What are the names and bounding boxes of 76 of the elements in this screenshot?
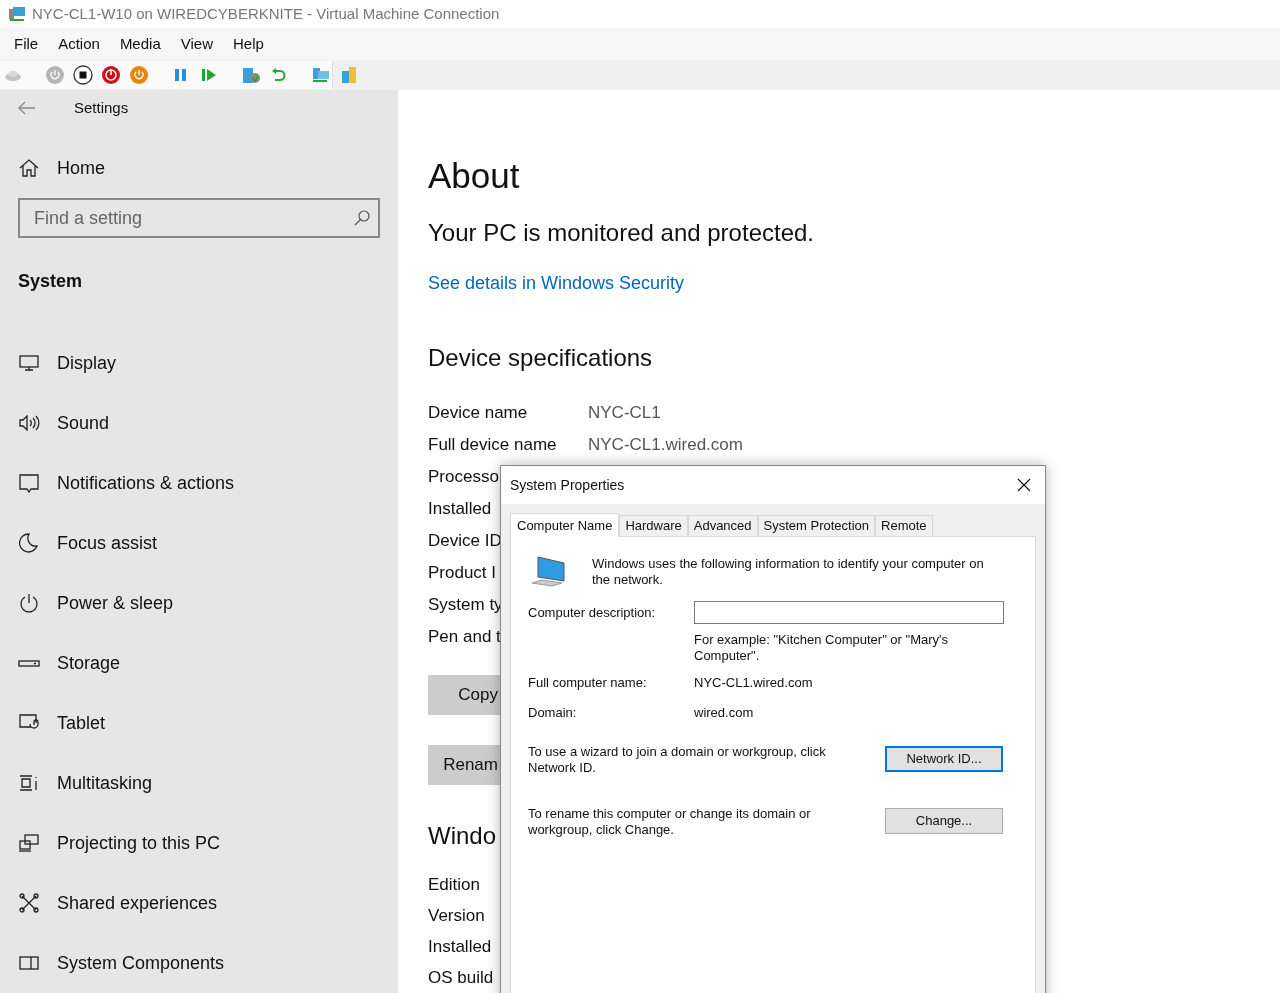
spec-value: NYC-CL1 [588,402,661,425]
computer-icon[interactable] [311,65,331,85]
section-heading: Device specifications [428,343,654,373]
field-value: NYC-CL1.wired.com [694,674,813,693]
action-button[interactable]: Copy [428,675,500,715]
dialog-title: System Properties [510,475,625,495]
section-heading: System [17,270,84,293]
search-icon[interactable] [354,210,370,226]
spec-label: Product I [428,563,497,583]
sidebar-item[interactable]: Focus assist [0,513,398,573]
dialog-button[interactable]: Change... [885,808,1003,834]
dialog-tab[interactable]: Advanced [687,515,758,536]
hint-text: For example: "Kitchen Computer" or "Mary's Computer". [694,632,950,664]
menu-item[interactable]: View [170,32,223,56]
dialog-tab[interactable]: Hardware [619,515,688,536]
computer-icon [8,6,26,22]
sidebar-item[interactable]: Projecting to this PC [0,813,398,873]
dialog-tab[interactable]: System Protection [757,515,876,536]
page-title: About [428,156,521,196]
power-icon [18,592,40,614]
spec-label: Pen and t [428,627,501,647]
dialog-tab[interactable]: Remote [875,515,933,536]
speaker-icon [18,412,40,434]
spec-label: Version [428,904,485,927]
power-icon[interactable] [101,65,121,85]
window-title: NYC-CL1-W10 on WIREDCYBERKNITE - Virtual Machine Connection [32,3,500,24]
power-icon[interactable] [129,65,149,85]
description-field[interactable] [694,601,1004,624]
spec-label: OS build [428,966,494,989]
spec-value: NYC-CL1.wired.com [588,434,743,457]
status-text: Your PC is monitored and protected. [428,218,815,248]
settings-title: Settings [74,97,129,118]
sidebar-item[interactable]: Display [0,333,398,393]
dialog-tab[interactable]: Computer Name [510,513,620,537]
sidebar-item[interactable]: Power & sleep [0,573,398,633]
speech-bubble-icon [18,472,40,494]
action-button[interactable]: Renam [428,745,500,785]
instruction-text: To use a wizard to join a domain or workgroup, click Network ID. [528,744,827,776]
menu-item[interactable]: Help [223,32,274,56]
multitasking-icon [18,772,40,794]
sidebar-item[interactable]: Notifications & actions [0,453,398,513]
sidebar-item[interactable]: Sound [0,393,398,453]
menu-item[interactable]: Action [48,32,110,56]
menu-item[interactable]: File [4,32,49,56]
moon-icon [18,532,40,554]
menu-item[interactable]: Media [109,32,171,56]
network-icon [18,892,40,914]
field-label: Full computer name: [528,674,648,693]
stop-icon[interactable] [73,65,93,85]
dialog-button[interactable]: Network ID... [885,746,1003,772]
field-label: Computer description: [528,603,657,622]
search-field[interactable]: Find a setting [18,198,380,238]
field-value: wired.com [694,704,754,723]
field-label: Domain: [528,704,578,723]
sidebar-item[interactable]: Multitasking [0,753,398,813]
back-arrow-icon[interactable] [18,101,36,115]
sidebar-item[interactable]: Tablet [0,693,398,753]
home-item[interactable]: Home [0,158,398,178]
security-link[interactable]: See details in Windows Security [428,270,685,297]
drive-icon [18,659,40,667]
sidebar-item[interactable]: System Components [0,933,398,993]
intro-text: Windows uses the following information to identify your computer on the network. [592,556,985,589]
projecting-icon [18,832,40,854]
sidebar-item[interactable]: Shared experiences [0,873,398,933]
spec-label: Device name [428,403,528,423]
close-icon[interactable] [1017,478,1031,492]
instruction-text: To rename this computer or change its domain or workgroup, click Change. [528,806,812,838]
section-heading: Windo [428,821,497,851]
spec-label: Full device name [428,435,557,455]
home-icon [18,157,40,179]
spec-label: Edition [428,873,480,896]
monitor-icon [18,352,40,374]
spec-label: Installed [428,499,492,519]
spec-label: Installed [428,935,492,958]
sidebar-item[interactable]: Storage [0,633,398,693]
spec-label: Processo [428,467,499,487]
